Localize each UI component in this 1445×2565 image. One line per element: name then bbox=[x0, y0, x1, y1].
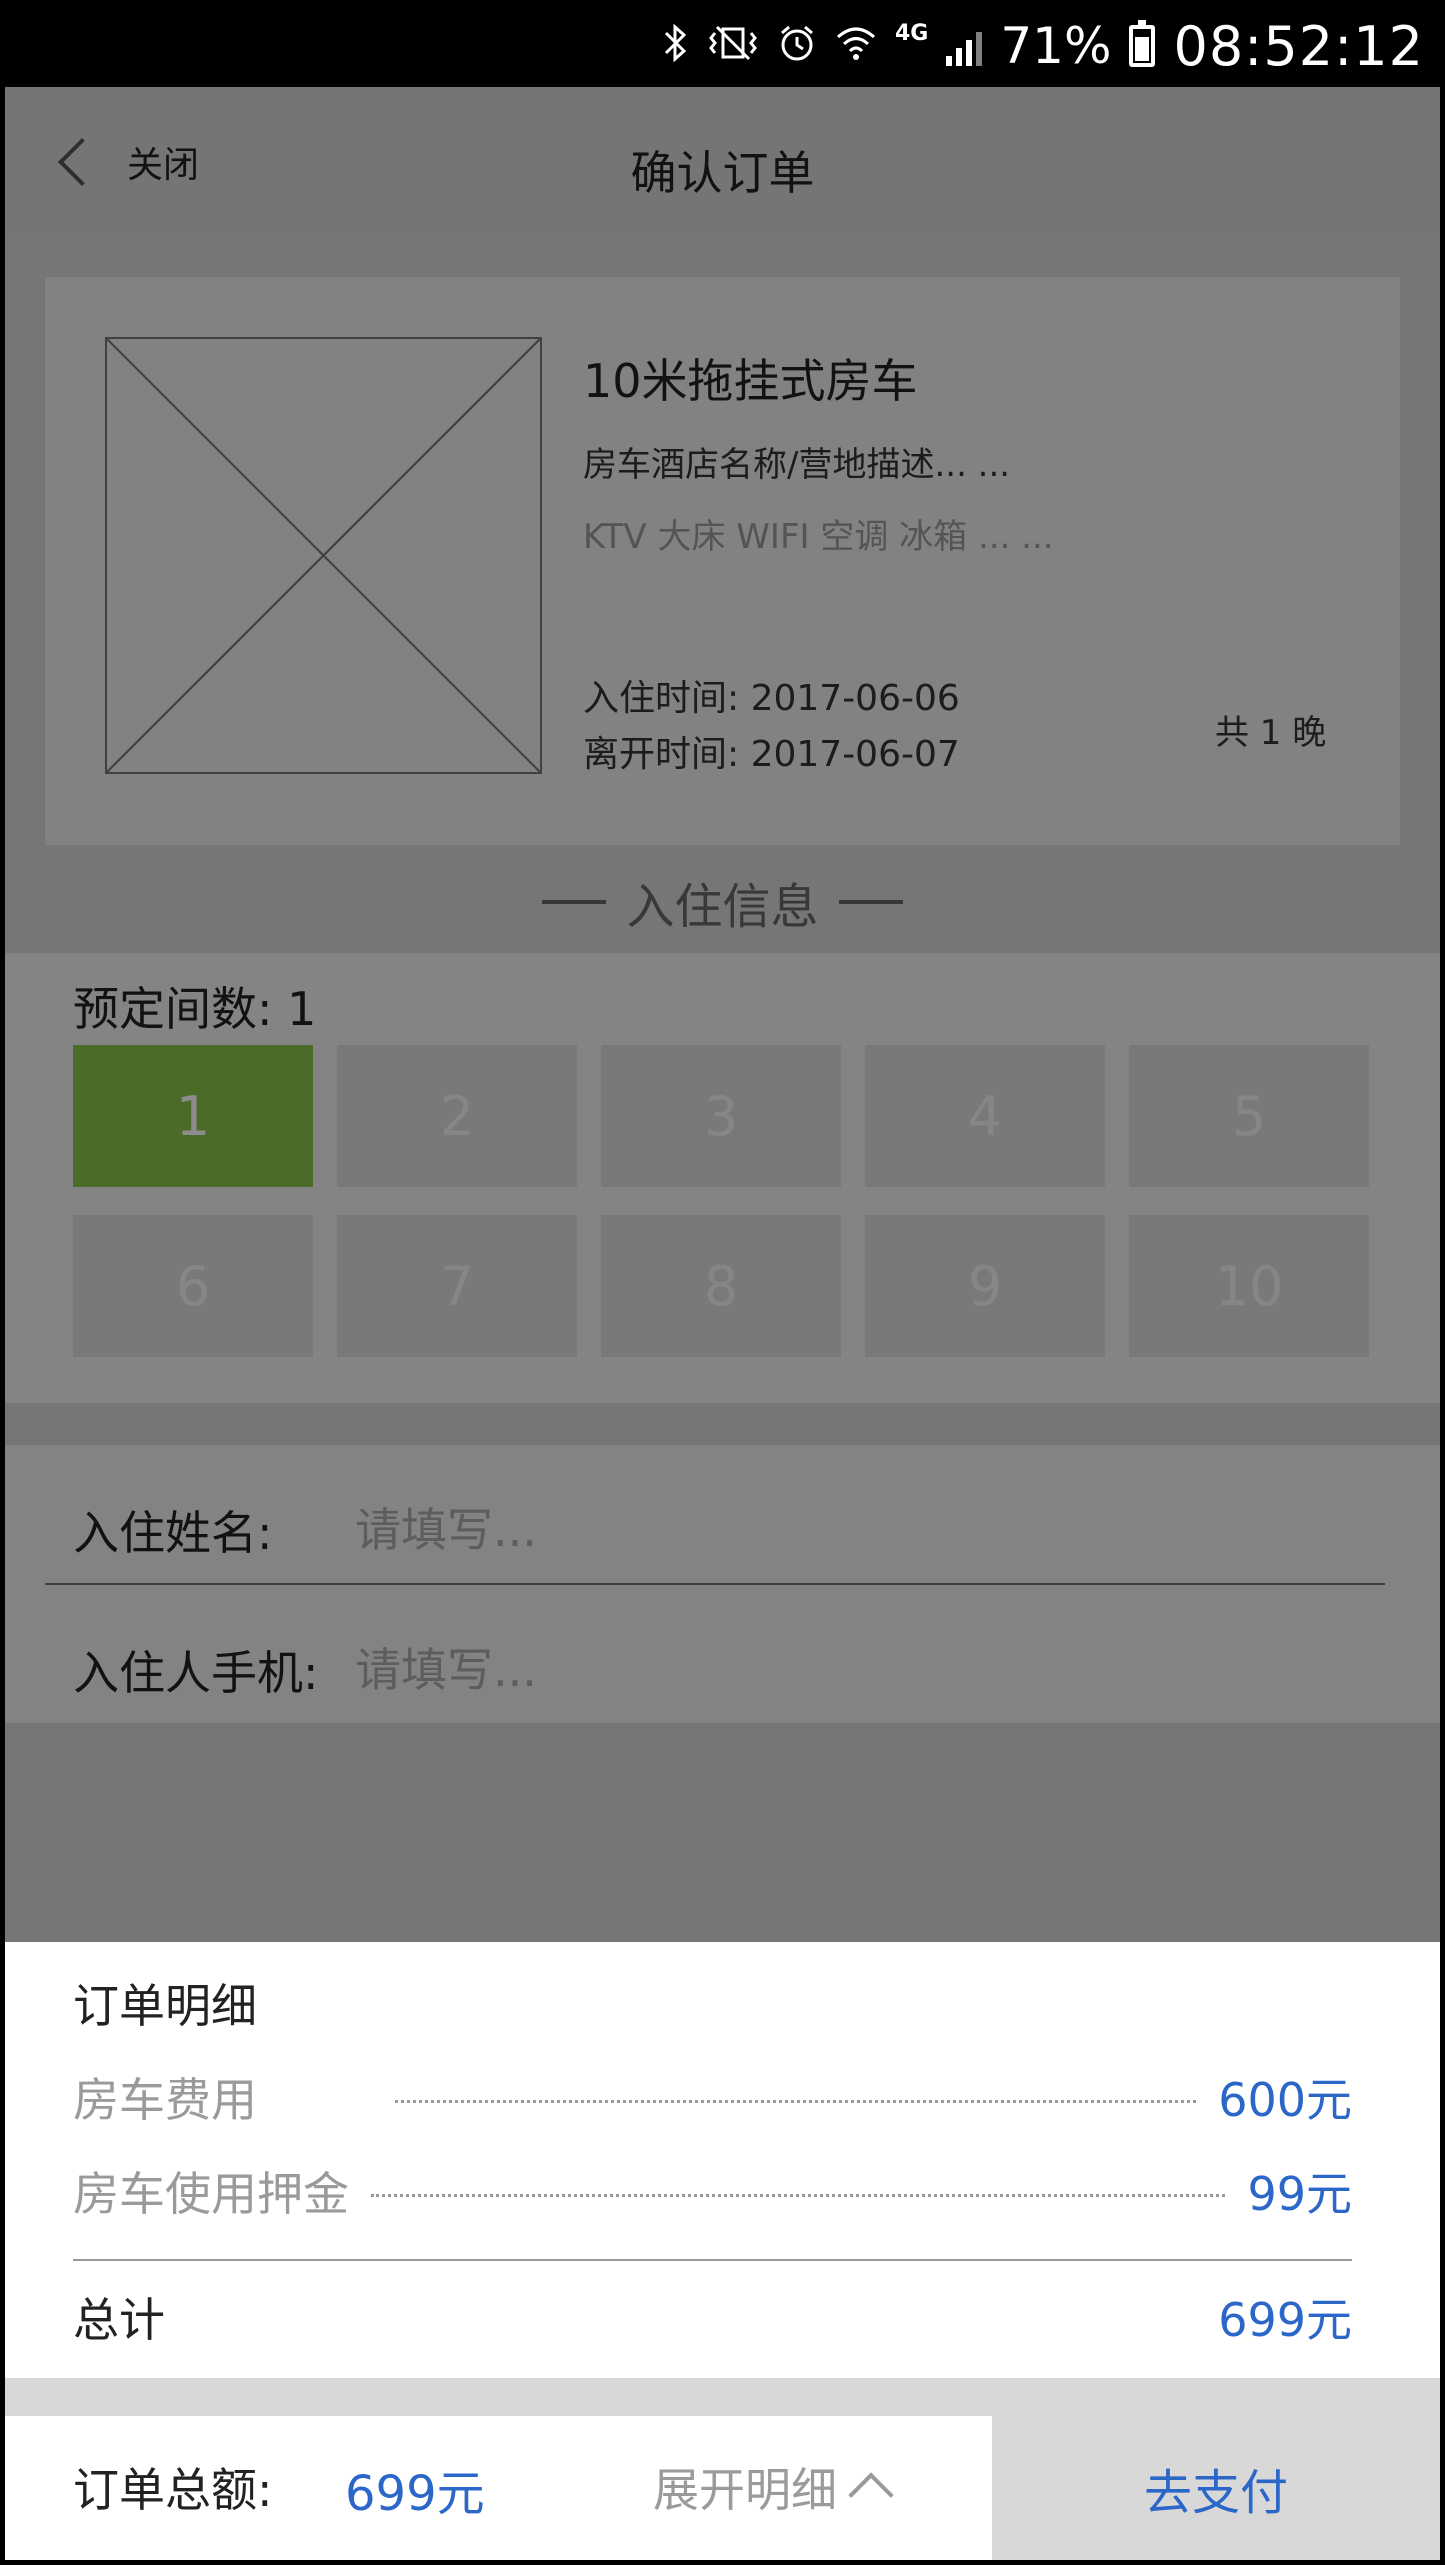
vibrate-icon bbox=[707, 23, 759, 70]
total-value: 699元 bbox=[1218, 2293, 1352, 2347]
screen: 4G 71% 08:52:12 关闭 确认订单 10米拖挂式房车 房车酒店名称/… bbox=[5, 5, 1440, 2560]
fee-value: 600元 bbox=[1218, 2073, 1352, 2127]
fee-value: 99元 bbox=[1247, 2167, 1352, 2221]
total-label: 总计 bbox=[73, 2293, 165, 2347]
fee-label: 房车使用押金 bbox=[73, 2167, 349, 2221]
total-row: 总计 699元 bbox=[73, 2282, 1352, 2352]
order-total-amount: 699元 bbox=[345, 2466, 485, 2522]
dotted-leader bbox=[371, 2193, 1226, 2197]
battery-icon bbox=[1129, 20, 1156, 67]
order-detail-title: 订单明细 bbox=[73, 1979, 257, 2033]
dotted-leader bbox=[395, 2099, 1197, 2103]
chevron-up-icon bbox=[848, 2472, 894, 2518]
bluetooth-icon bbox=[663, 23, 689, 70]
fee-row-deposit: 房车使用押金 99元 bbox=[73, 2156, 1352, 2226]
modal-backdrop[interactable] bbox=[5, 87, 1440, 1942]
expand-details-label: 展开明细 bbox=[653, 2463, 837, 2517]
alarm-icon bbox=[777, 23, 817, 70]
clock: 08:52:12 bbox=[1173, 14, 1424, 78]
sheet-divider bbox=[73, 2259, 1352, 2261]
expand-details-button[interactable]: 展开明细 bbox=[653, 2454, 894, 2520]
order-detail-sheet: 订单明细 房车费用 600元 房车使用押金 99元 总计 699元 bbox=[5, 1942, 1440, 2378]
fee-row-rv: 房车费用 600元 bbox=[73, 2062, 1352, 2132]
bottom-bar: 订单总额: 699元 展开明细 去支付 bbox=[5, 2416, 1440, 2560]
order-total-label: 订单总额: bbox=[73, 2463, 273, 2517]
fee-label: 房车费用 bbox=[73, 2073, 257, 2127]
status-icons: 4G 71% 08:52:12 bbox=[663, 5, 1424, 87]
wifi-icon bbox=[835, 23, 877, 70]
pay-button[interactable]: 去支付 bbox=[992, 2416, 1440, 2560]
signal-icon bbox=[946, 26, 983, 66]
4g-icon: 4G bbox=[894, 21, 929, 46]
status-bar: 4G 71% 08:52:12 bbox=[5, 5, 1440, 87]
battery-percent: 71% bbox=[1000, 17, 1112, 75]
